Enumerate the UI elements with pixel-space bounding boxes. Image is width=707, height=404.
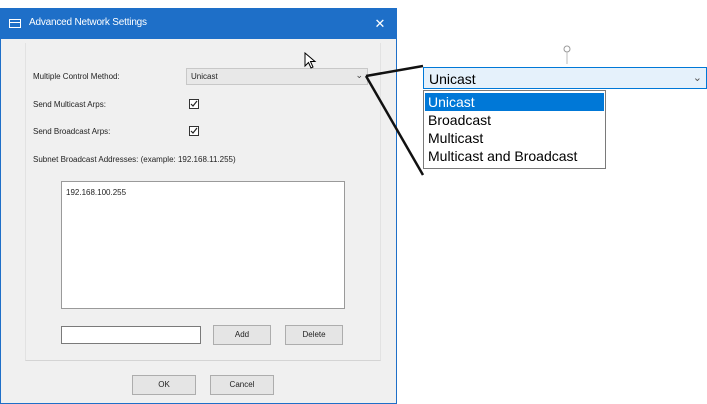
pin-icon xyxy=(563,45,571,64)
zoomed-combobox-value: Unicast xyxy=(429,71,476,87)
dropdown-option-broadcast[interactable]: Broadcast xyxy=(425,111,604,129)
dropdown-option-unicast[interactable]: Unicast xyxy=(425,93,604,111)
control-method-dropdown-list: Unicast Broadcast Multicast Multicast an… xyxy=(423,90,606,169)
chevron-down-icon[interactable]: ⌄ xyxy=(693,71,702,84)
screenshot-canvas: Advanced Network Settings ✕ Multiple Con… xyxy=(0,0,707,404)
callout-connector xyxy=(364,64,425,176)
dropdown-option-multicast[interactable]: Multicast xyxy=(425,129,604,147)
dropdown-option-multicast-and-broadcast[interactable]: Multicast and Broadcast xyxy=(425,147,604,165)
zoomed-control-method-combobox[interactable]: Unicast ⌄ xyxy=(423,67,707,89)
